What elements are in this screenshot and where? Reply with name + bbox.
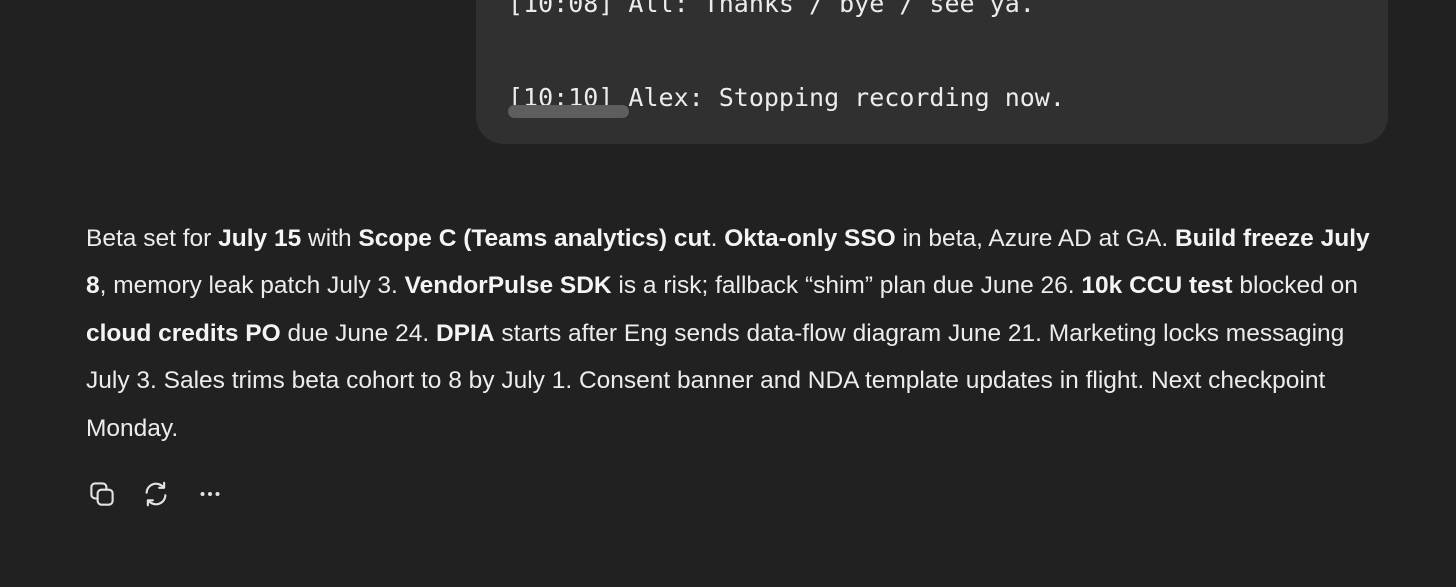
bold-segment: Okta-only SSO xyxy=(724,225,896,252)
text-segment: , memory leak patch July 3. xyxy=(99,272,405,300)
more-icon xyxy=(195,479,225,509)
bold-segment: cloud credits PO xyxy=(86,319,281,347)
text-segment: Beta set for xyxy=(86,225,219,252)
bold-segment: Scope C (Teams analytics) cut xyxy=(358,225,711,252)
transcript-line: [10:08] All: Thanks / bye / see ya. xyxy=(508,0,1035,18)
bold-segment: 10k CCU test xyxy=(1081,272,1233,300)
regenerate-button[interactable] xyxy=(138,476,174,512)
text-segment: blocked on xyxy=(1232,272,1358,300)
user-message-bubble: [10:08] All: Thanks / bye / see ya. [10:… xyxy=(476,0,1388,144)
bold-segment: DPIA xyxy=(435,319,495,347)
regenerate-icon xyxy=(141,479,171,509)
assistant-message: Beta set for July 15 with Scope C (Teams… xyxy=(86,215,1376,452)
message-actions xyxy=(84,476,246,512)
text-segment: due June 24. xyxy=(280,319,436,347)
copy-icon xyxy=(87,479,117,509)
transcript-block: [10:08] All: Thanks / bye / see ya. [10:… xyxy=(508,0,1065,121)
horizontal-scrollbar[interactable] xyxy=(508,105,629,118)
text-segment: in beta, Azure AD at GA. xyxy=(895,225,1175,252)
more-options-button[interactable] xyxy=(192,476,228,512)
bold-segment: July 15 xyxy=(218,225,302,252)
text-segment: . xyxy=(710,225,725,252)
text-segment: is a risk; fallback “shim” plan due June… xyxy=(611,272,1082,300)
copy-button[interactable] xyxy=(84,476,120,512)
bold-segment: VendorPulse SDK xyxy=(404,272,612,300)
text-segment: with xyxy=(301,225,359,252)
